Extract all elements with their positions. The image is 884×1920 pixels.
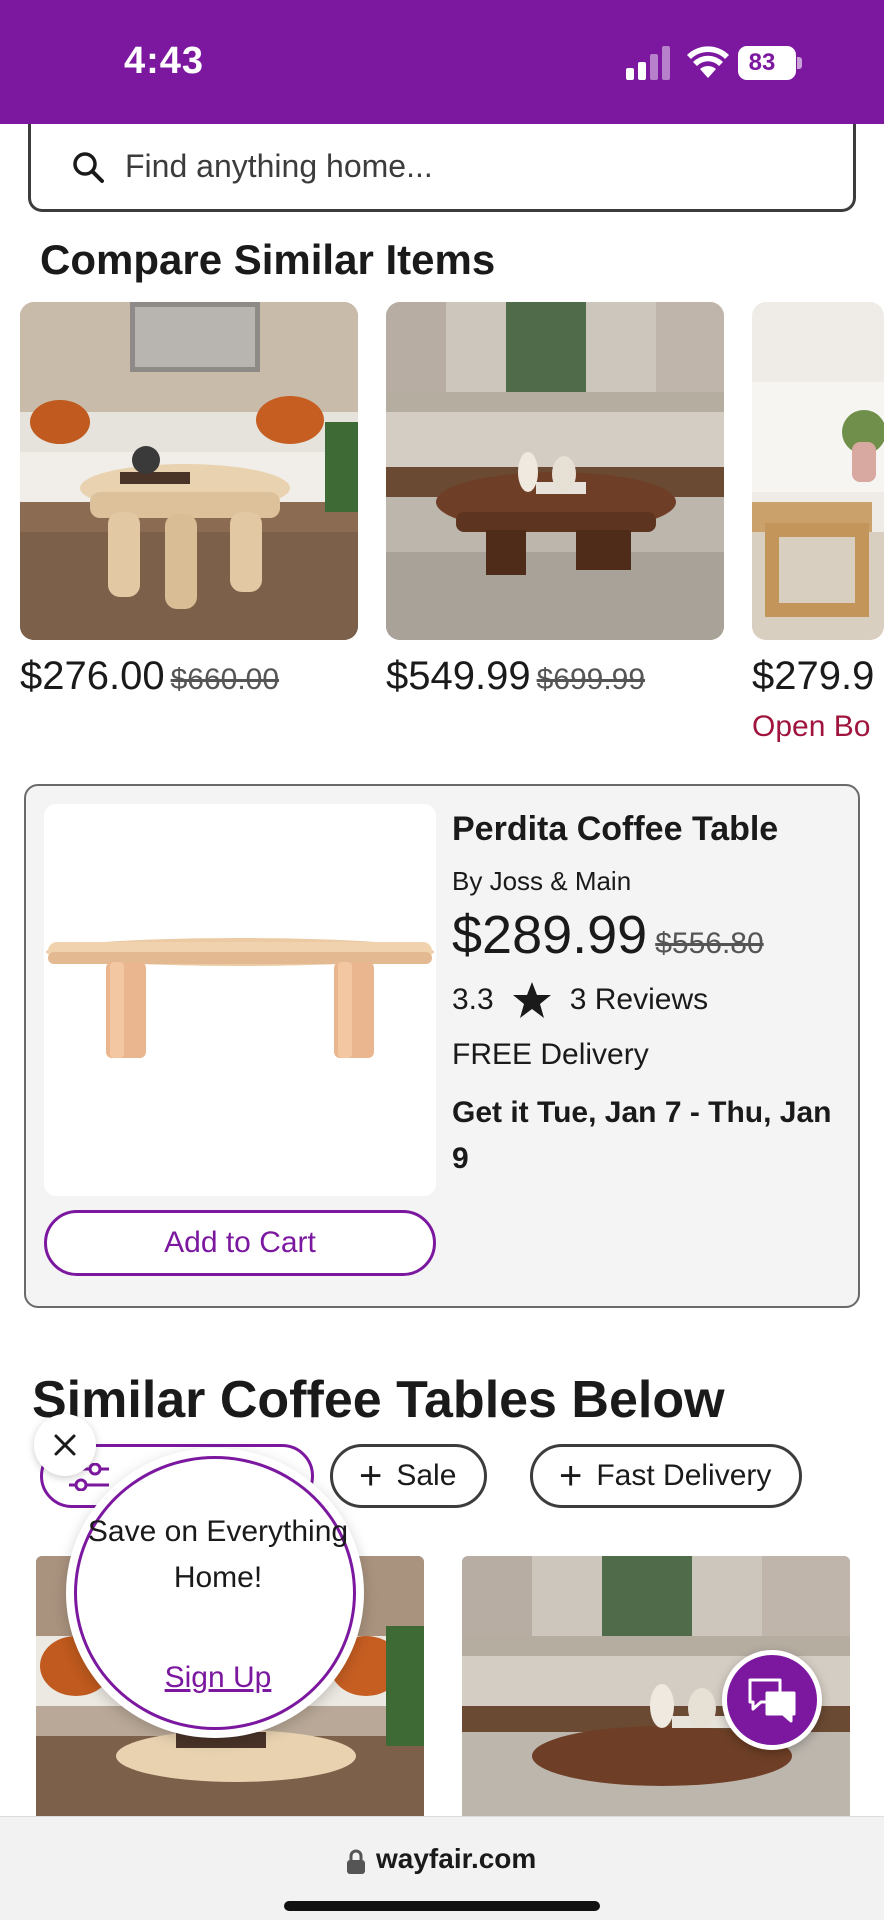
- add-to-cart-button[interactable]: Add to Cart: [44, 1210, 436, 1276]
- product-image[interactable]: [44, 804, 436, 1196]
- close-icon: [54, 1434, 76, 1456]
- compare-price: $276.00: [20, 654, 165, 698]
- price-line: $289.99 $556.80: [452, 904, 764, 966]
- chip-label: Fast Delivery: [596, 1459, 772, 1492]
- plus-icon: +: [559, 1454, 583, 1498]
- status-bar: 4:43 83: [0, 0, 884, 124]
- product-image[interactable]: [20, 302, 358, 640]
- search-input[interactable]: Find anything home...: [28, 124, 856, 212]
- delivery-label: FREE Delivery: [452, 1038, 649, 1071]
- status-time: 4:43: [124, 40, 205, 82]
- fast-delivery-filter-chip[interactable]: + Fast Delivery: [530, 1444, 803, 1508]
- promo-close-button[interactable]: [34, 1414, 96, 1476]
- star-icon: [512, 982, 551, 1018]
- promo-text: Save on Everything Home!: [87, 1515, 349, 1594]
- rating-value: 3.3: [452, 983, 494, 1016]
- sale-filter-chip[interactable]: + Sale: [330, 1444, 488, 1508]
- rating-row[interactable]: 3.3 3 Reviews: [452, 980, 708, 1020]
- lock-icon: [347, 1849, 365, 1874]
- delivery-date: Get it Tue, Jan 7 - Thu, Jan 9: [452, 1096, 832, 1175]
- compare-was-price: $699.99: [536, 663, 646, 696]
- chip-label: Sale: [396, 1459, 457, 1492]
- product-image[interactable]: [752, 302, 884, 640]
- compare-price-line: $276.00 $660.00: [20, 654, 279, 699]
- url-text: wayfair.com: [376, 1843, 537, 1874]
- compare-price: $279.9: [752, 654, 875, 698]
- search-placeholder: Find anything home...: [125, 148, 433, 184]
- chat-button[interactable]: [722, 1650, 822, 1750]
- compare-section-title: Compare Similar Items: [40, 236, 496, 283]
- battery-icon: 83: [738, 46, 802, 80]
- chat-bubbles-icon: [748, 1678, 796, 1723]
- product-title[interactable]: Perdita Coffee Table: [452, 810, 778, 849]
- similar-section-title: Similar Coffee Tables Below: [32, 1371, 725, 1429]
- search-icon: [73, 152, 104, 183]
- compare-was-price: $660.00: [170, 663, 280, 696]
- compare-price: $549.99: [386, 654, 531, 698]
- browser-url-bar[interactable]: wayfair.com: [0, 1816, 884, 1920]
- sign-up-link[interactable]: Sign Up: [77, 1661, 359, 1695]
- plus-icon: +: [359, 1454, 383, 1498]
- promo-ring: Save on Everything Home! Sign Up: [74, 1456, 356, 1730]
- product-was-price: $556.80: [655, 927, 764, 960]
- cellular-signal-icon: [626, 46, 672, 80]
- battery-level: 83: [748, 49, 776, 76]
- product-brand: By Joss & Main: [452, 866, 632, 896]
- compare-price-line: $549.99 $699.99: [386, 654, 645, 699]
- home-indicator[interactable]: [284, 1901, 600, 1911]
- featured-product-card: Add to Cart Perdita Coffee Table By Joss…: [24, 784, 860, 1308]
- open-box-badge: Open Bo: [752, 710, 871, 743]
- product-image[interactable]: [386, 302, 724, 640]
- signup-promo-bubble[interactable]: Save on Everything Home! Sign Up: [66, 1448, 364, 1738]
- wifi-icon: [687, 46, 729, 78]
- review-count: 3 Reviews: [569, 983, 709, 1016]
- product-price: $289.99: [452, 905, 648, 965]
